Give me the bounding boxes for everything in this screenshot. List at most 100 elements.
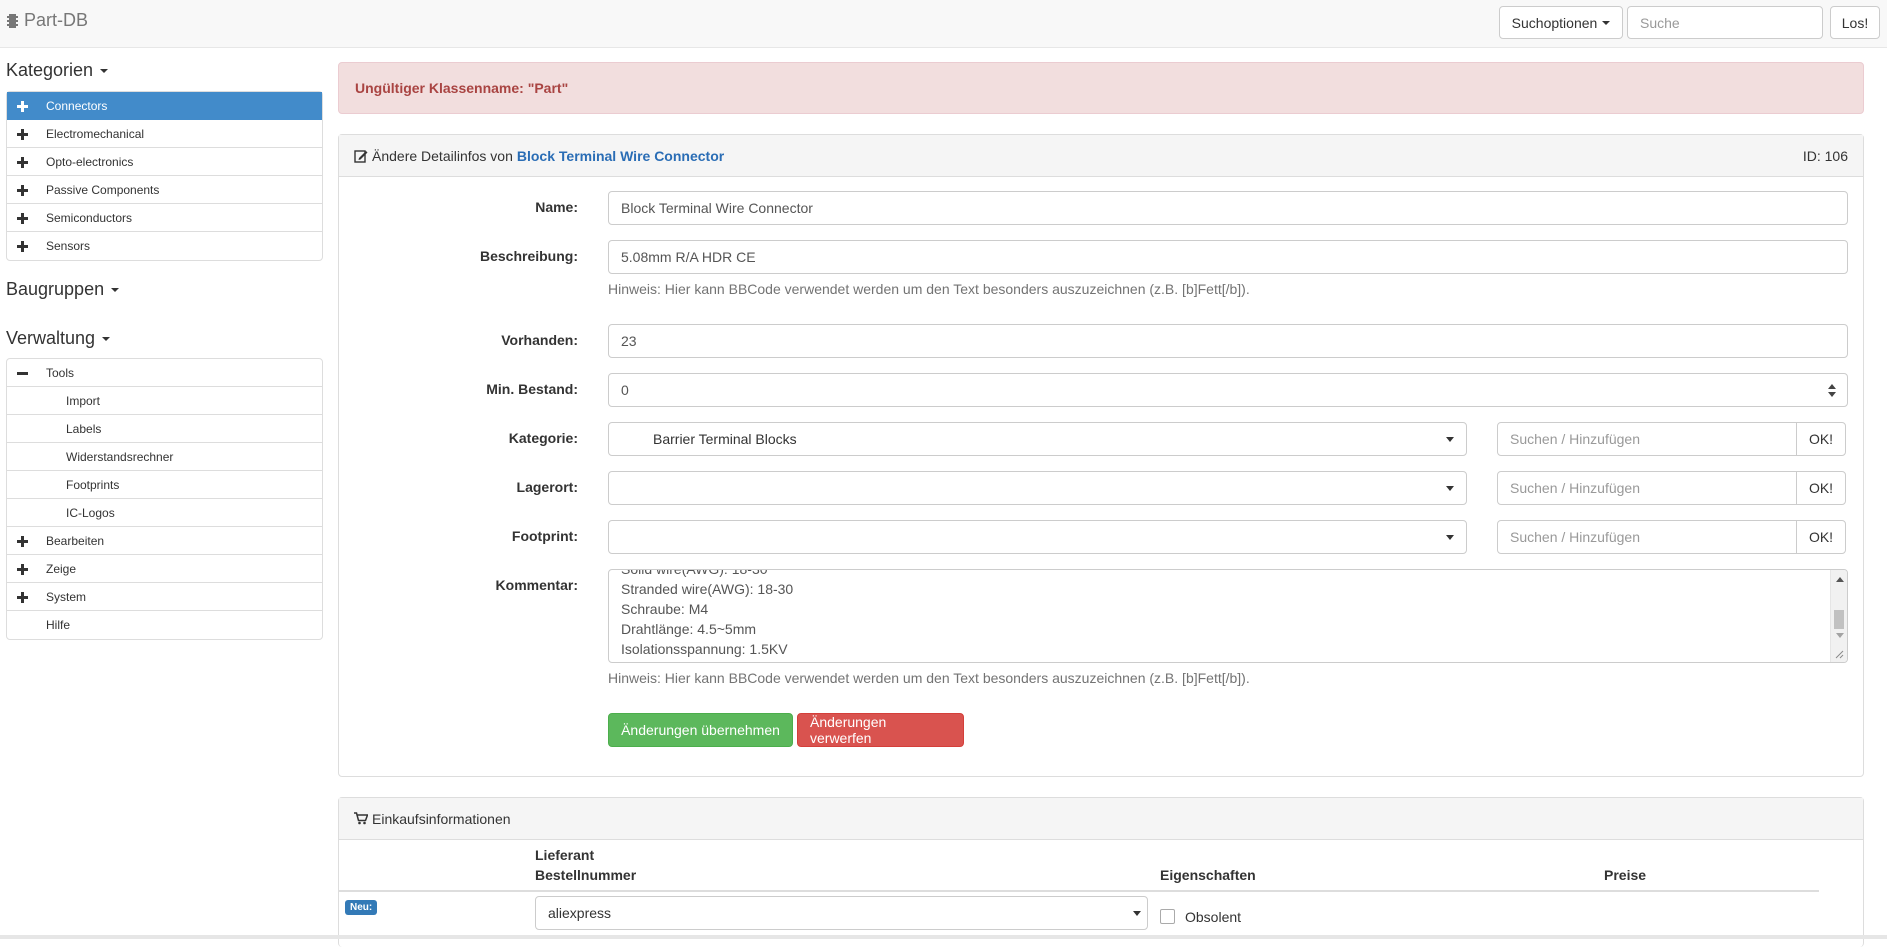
categories-title: Kategorien [6,60,94,80]
admin-label: Zeige [46,561,77,576]
category-search-placeholder: Suchen / Hinzufügen [1510,431,1640,447]
discard-changes-button[interactable]: Änderungen verwerfen [797,713,964,747]
categories-tree: Connectors Electromechanical Opto-electr… [6,91,323,261]
admin-item-help[interactable]: Hilfe [7,611,322,639]
part-name-link[interactable]: Block Terminal Wire Connector [517,148,724,164]
admin-label: Labels [66,421,102,436]
resize-handle-icon[interactable] [1834,649,1844,659]
plus-icon[interactable] [17,240,29,252]
scroll-up-icon[interactable] [1836,577,1844,582]
storage-label: Lagerort: [516,479,578,495]
category-item-semiconductors[interactable]: Semiconductors [7,204,322,232]
admin-item-edit[interactable]: Bearbeiten [7,527,322,555]
col-order-number: Bestellnummer [535,867,637,883]
spinner-arrows-icon[interactable] [1827,383,1837,399]
caret-down-icon [1446,535,1454,540]
assemblies-toggle[interactable]: Baugruppen [6,279,120,300]
table-header-divider [339,890,1819,892]
admin-item-tools[interactable]: Tools [7,359,322,387]
admin-label: Hilfe [46,618,71,632]
category-label: Semiconductors [46,210,133,225]
minstock-input[interactable]: 0 [608,373,1848,407]
horizontal-scrollbar[interactable] [0,935,1887,939]
admin-tree: Tools Import Labels Widerstandsrechner F… [6,358,323,640]
obsolete-checkbox[interactable] [1160,909,1175,924]
admin-toggle[interactable]: Verwaltung [6,328,111,349]
plus-icon[interactable] [17,184,29,196]
scroll-down-icon[interactable] [1836,633,1844,638]
search-input[interactable]: Suche [1627,6,1823,39]
plus-icon[interactable] [17,156,29,168]
category-item-opto-electronics[interactable]: Opto-electronics [7,148,322,176]
category-item-sensors[interactable]: Sensors [7,232,322,260]
caret-down-icon [100,68,109,73]
category-label: Sensors [46,239,91,253]
footprint-label: Footprint: [511,528,578,544]
storage-ok-button[interactable]: OK! [1796,471,1846,505]
edit-icon [354,149,368,163]
search-submit-button[interactable]: Los! [1830,6,1880,39]
plus-icon[interactable] [17,563,29,575]
admin-item-footprints[interactable]: Footprints [7,471,322,499]
navbar: Part-DB Suchoptionen Suche Los! [0,0,1887,48]
comment-line: Schraube: M4 [621,601,709,617]
brand-label: Part-DB [24,10,89,30]
instock-value: 23 [621,333,637,349]
col-supplier: Lieferant [535,847,595,863]
admin-item-import[interactable]: Import [7,387,322,415]
error-alert-text: Ungültiger Klassenname: "Part" [355,80,569,96]
scroll-thumb[interactable] [1834,610,1844,629]
admin-label: IC-Logos [66,505,115,520]
comment-textarea[interactable]: Solid wire(AWG): 18-30 Stranded wire(AWG… [608,569,1848,663]
admin-item-labels[interactable]: Labels [7,415,322,443]
footprint-search-input[interactable]: Suchen / Hinzufügen [1497,520,1797,554]
category-search-input[interactable]: Suchen / Hinzufügen [1497,422,1797,456]
apply-changes-button[interactable]: Änderungen übernehmen [608,713,793,747]
plus-icon[interactable] [17,591,29,603]
error-alert: Ungültiger Klassenname: "Part" [338,62,1864,114]
footprint-select[interactable] [608,520,1467,554]
category-label: Connectors [46,98,108,113]
admin-item-system[interactable]: System [7,583,322,611]
category-item-electromechanical[interactable]: Electromechanical [7,120,322,148]
storage-select[interactable] [608,471,1467,505]
admin-item-ic-logos[interactable]: IC-Logos [7,499,322,527]
ok-label: OK! [1808,431,1834,447]
caret-down-icon [1602,20,1611,25]
category-label: Opto-electronics [46,154,134,169]
category-item-connectors[interactable]: Connectors [7,92,322,120]
supplier-select[interactable]: aliexpress [535,896,1148,930]
plus-icon[interactable] [17,100,29,112]
minus-icon[interactable] [17,367,29,379]
assemblies-title: Baugruppen [6,279,105,299]
comment-line: Stranded wire(AWG): 18-30 [621,581,794,597]
plus-icon[interactable] [17,535,29,547]
plus-icon[interactable] [17,212,29,224]
description-input[interactable]: 5.08mm R/A HDR CE [608,240,1848,274]
footprint-ok-button[interactable]: OK! [1796,520,1846,554]
plus-icon[interactable] [17,128,29,140]
admin-item-show[interactable]: Zeige [7,555,322,583]
col-prices: Preise [1604,867,1647,883]
instock-input[interactable]: 23 [608,324,1848,358]
categories-toggle[interactable]: Kategorien [6,60,109,81]
category-item-passive-components[interactable]: Passive Components [7,176,322,204]
admin-item-resistor-calculator[interactable]: Widerstandsrechner [7,443,322,471]
comment-line: Drahtlänge: 4.5~5mm [621,621,757,637]
comment-line: Solid wire(AWG): 18-30 [621,569,768,577]
minstock-value: 0 [621,382,629,398]
new-badge: Neu: [345,900,378,915]
category-label: Kategorie: [508,430,578,446]
purchase-panel-title: Einkaufsinformationen [372,810,511,827]
category-ok-button[interactable]: OK! [1796,422,1846,456]
category-select[interactable]: Barrier Terminal Blocks [608,422,1467,456]
search-options-button[interactable]: Suchoptionen [1499,6,1623,39]
storage-search-input[interactable]: Suchen / Hinzufügen [1497,471,1797,505]
bbcode-hint: Hinweis: Hier kann BBCode verwendet werd… [608,281,1250,297]
name-value: Block Terminal Wire Connector [621,200,813,216]
supplier-value: aliexpress [548,905,612,921]
name-input[interactable]: Block Terminal Wire Connector [608,191,1848,225]
admin-label: Footprints [66,477,120,492]
brand-link[interactable]: Part-DB [7,10,88,31]
caret-down-icon [1446,486,1454,491]
